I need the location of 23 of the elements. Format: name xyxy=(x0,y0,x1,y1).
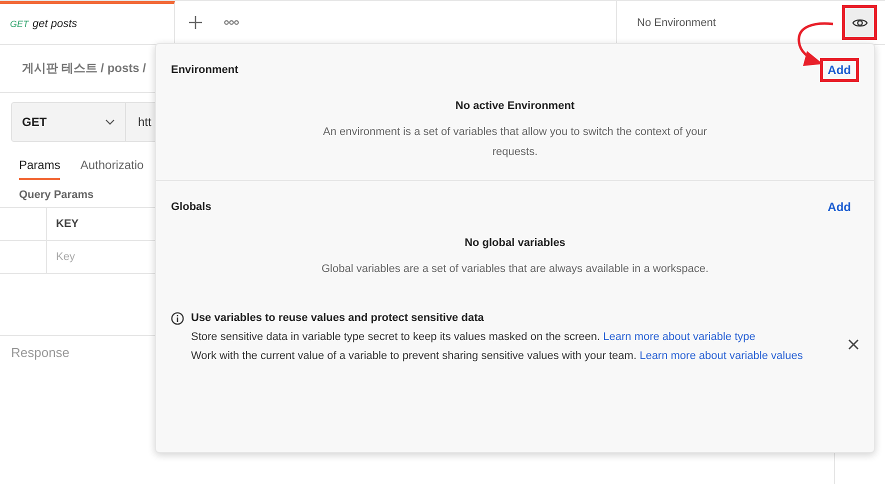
request-option-tab[interactable]: Authorizatio xyxy=(80,152,144,180)
section-title: Environment xyxy=(171,64,238,76)
empty-description: Global variables are a set of variables that are always available in a workspace. xyxy=(320,262,710,277)
column-header: KEY xyxy=(55,217,79,232)
tip-title: Use variables to reuse values and protect sensitive data xyxy=(191,311,485,326)
tip-text: Work with the current value of a variable to prevent sharing sensitive values with your team. Learn more about variable values xyxy=(191,349,804,364)
close-icon[interactable] xyxy=(848,339,859,350)
add-button[interactable]: Add xyxy=(820,58,859,82)
eye-button[interactable] xyxy=(842,5,877,40)
request-tab[interactable]: GET get posts xyxy=(0,1,175,44)
tab-title: get posts xyxy=(32,18,78,30)
request-option-tab[interactable]: Params xyxy=(19,152,60,180)
plus-icon[interactable] xyxy=(189,16,202,29)
method-label: GET xyxy=(10,19,29,29)
learn-more-link[interactable]: Learn more about variable values xyxy=(640,350,803,362)
info-icon xyxy=(171,312,184,325)
section-title: Globals xyxy=(171,201,212,213)
empty-title: No global variables xyxy=(464,237,566,249)
more-icon[interactable] xyxy=(224,20,239,25)
add-button[interactable]: Add xyxy=(820,195,859,219)
eye-icon xyxy=(852,16,868,28)
annotation-arrow xyxy=(796,21,835,67)
section-title: Query Params xyxy=(19,189,94,201)
